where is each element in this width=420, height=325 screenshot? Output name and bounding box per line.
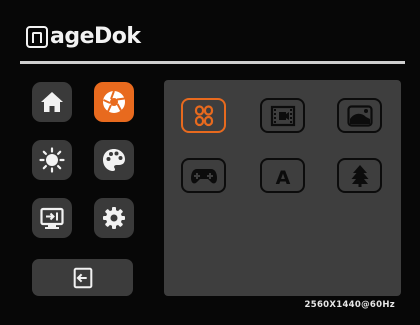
photo-icon	[346, 104, 373, 127]
palette-icon	[103, 149, 125, 171]
header-divider	[20, 61, 405, 64]
mode-standard[interactable]	[181, 98, 226, 133]
movie-film-icon	[270, 105, 295, 126]
gear-icon	[103, 207, 125, 229]
resolution-status: 2560X1440@60Hz	[304, 300, 395, 310]
input-source-icon	[40, 207, 64, 229]
mode-eco[interactable]	[337, 158, 382, 193]
sidebar-item-input-source[interactable]	[32, 198, 72, 238]
monitor-osd: ageDok A 2560X1440@60Hz	[0, 0, 420, 325]
mode-movie[interactable]	[260, 98, 305, 133]
sidebar-item-color[interactable]	[94, 140, 134, 180]
home-icon	[41, 92, 63, 112]
sidebar-item-home[interactable]	[32, 82, 72, 122]
mode-photo[interactable]	[337, 98, 382, 133]
brand-logo: ageDok	[26, 24, 141, 49]
exit-button[interactable]	[32, 259, 133, 296]
exit-icon	[73, 267, 92, 288]
tree-eco-icon	[351, 164, 368, 187]
gamepad-icon	[190, 168, 217, 183]
sidebar-item-settings[interactable]	[94, 198, 134, 238]
mode-game[interactable]	[181, 158, 226, 193]
brightness-icon	[39, 147, 65, 173]
standard-grid-icon	[194, 104, 213, 126]
sidebar-item-brightness[interactable]	[32, 140, 72, 180]
logo-mark-icon	[26, 25, 48, 48]
text-mode-label: A	[275, 167, 290, 189]
picture-mode-panel: A	[164, 80, 401, 296]
aperture-icon	[103, 90, 125, 113]
mode-text[interactable]: A	[260, 158, 305, 193]
sidebar-item-picture-mode[interactable]	[94, 82, 134, 122]
auto-text-icon: A	[275, 167, 290, 189]
logo-text: ageDok	[50, 24, 141, 49]
